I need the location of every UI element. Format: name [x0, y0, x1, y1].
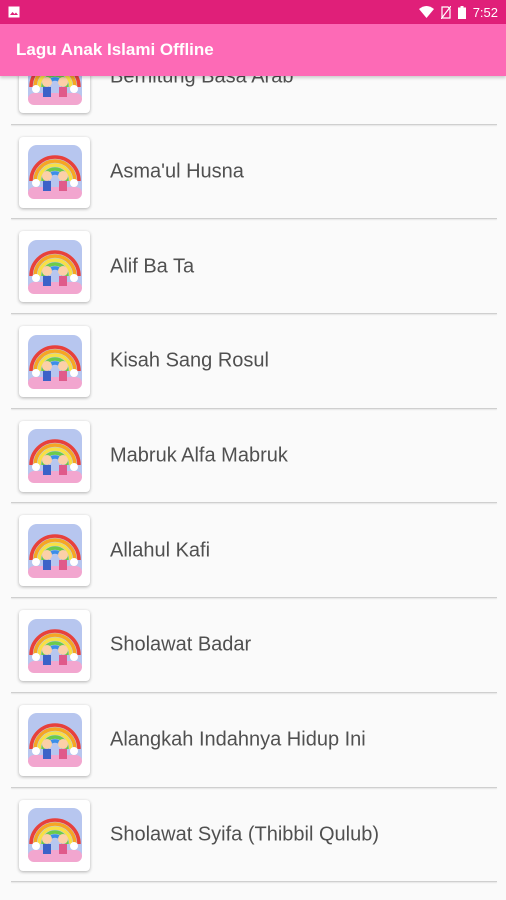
song-list-item[interactable]: Sholawat Badar: [0, 598, 506, 693]
no-sim-icon: [440, 5, 451, 19]
image-notification-icon: [8, 6, 20, 18]
song-title: Kisah Sang Rosul: [110, 349, 269, 372]
song-title: Alif Ba Ta: [110, 255, 195, 278]
status-left: [8, 6, 20, 18]
song-thumbnail: [19, 610, 90, 682]
wifi-icon: [418, 6, 434, 18]
song-thumbnail: [19, 420, 90, 492]
song-list[interactable]: Berhitung Basa Arab Asma'ul Husna Alif B…: [0, 76, 506, 900]
song-list-item[interactable]: Kisah Sang Rosul: [0, 314, 506, 409]
song-title: Allahul Kafi: [110, 539, 211, 562]
song-list-inner: Berhitung Basa Arab Asma'ul Husna Alif B…: [0, 76, 506, 882]
rainbow-kids-logo-icon: [27, 334, 82, 389]
song-list-item[interactable]: Allahul Kafi: [0, 503, 506, 598]
rainbow-kids-logo-icon: [27, 523, 82, 578]
song-thumbnail: [19, 76, 90, 113]
song-title: Alangkah Indahnya Hidup Ini: [110, 728, 366, 751]
rainbow-kids-logo-icon: [27, 713, 82, 768]
app-bar: Lagu Anak Islami Offline: [0, 24, 506, 76]
rainbow-kids-logo-icon: [27, 429, 82, 484]
song-title: Sholawat Badar: [110, 633, 252, 656]
battery-icon: [457, 5, 466, 19]
song-thumbnail: [19, 326, 90, 398]
rainbow-kids-logo-icon: [27, 808, 82, 862]
song-thumbnail: [19, 799, 90, 871]
song-title: Sholawat Syifa (Thibbil Qulub): [110, 823, 380, 846]
song-title: Berhitung Basa Arab: [110, 76, 294, 88]
status-bar: 7:52: [0, 0, 506, 24]
song-list-item[interactable]: Alangkah Indahnya Hidup Ini: [0, 693, 506, 788]
status-right: 7:52: [418, 4, 498, 20]
song-title: Mabruk Alfa Mabruk: [110, 444, 288, 467]
song-thumbnail: [19, 136, 90, 208]
rainbow-kids-logo-icon: [27, 145, 82, 200]
rainbow-kids-logo-icon: [27, 618, 82, 673]
song-list-item[interactable]: Mabruk Alfa Mabruk: [0, 409, 506, 504]
song-list-item[interactable]: Sholawat Syifa (Thibbil Qulub): [0, 788, 506, 883]
song-list-item[interactable]: Berhitung Basa Arab: [0, 76, 506, 125]
status-time: 7:52: [472, 4, 498, 20]
song-list-item[interactable]: Alif Ba Ta: [0, 219, 506, 314]
song-thumbnail: [19, 231, 90, 303]
song-title: Asma'ul Husna: [110, 160, 244, 183]
app-title: Lagu Anak Islami Offline: [16, 40, 214, 59]
rainbow-kids-logo-icon: [27, 76, 82, 105]
song-thumbnail: [19, 704, 90, 776]
rainbow-kids-logo-icon: [27, 239, 82, 294]
song-list-item[interactable]: Asma'ul Husna: [0, 125, 506, 220]
song-thumbnail: [19, 515, 90, 587]
